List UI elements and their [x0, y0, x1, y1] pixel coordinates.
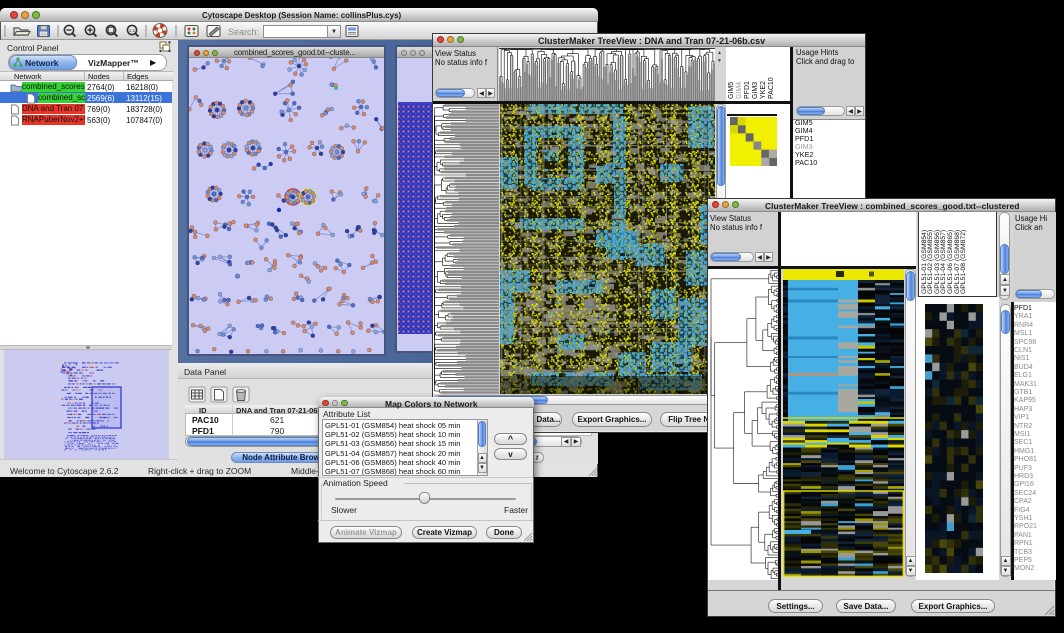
- svg-text:1:1: 1:1: [129, 28, 136, 33]
